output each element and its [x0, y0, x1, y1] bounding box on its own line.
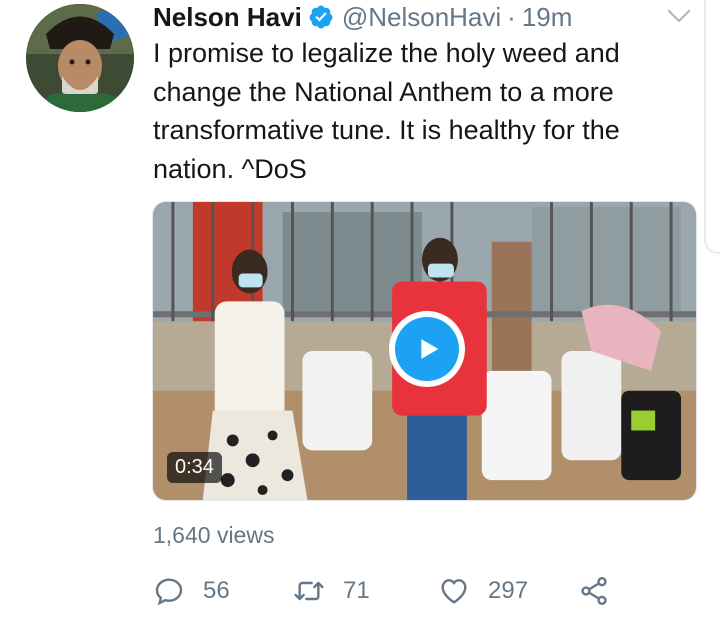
verified-badge-icon — [308, 4, 334, 30]
reply-count: 56 — [203, 577, 230, 604]
reply-icon — [155, 578, 183, 606]
play-icon — [395, 317, 459, 381]
avatar[interactable] — [26, 4, 134, 112]
tweet-actions: 56 71 297 — [153, 575, 633, 615]
like-button[interactable]: 297 — [438, 575, 528, 607]
heart-icon — [441, 579, 467, 604]
tweet-header: Nelson Havi @NelsonHavi · 19m — [153, 2, 572, 32]
scrollbar[interactable] — [704, 0, 720, 254]
like-count: 297 — [488, 577, 529, 604]
tweet-time[interactable]: 19m — [522, 2, 573, 33]
chevron-down-icon[interactable] — [666, 6, 692, 26]
avatar-image — [26, 4, 134, 112]
author-name[interactable]: Nelson Havi — [153, 2, 302, 33]
video-duration: 0:34 — [167, 452, 222, 483]
view-count: 1,640 views — [153, 522, 275, 548]
share-button[interactable] — [578, 575, 610, 607]
separator-dot: · — [507, 1, 516, 32]
play-button[interactable] — [389, 311, 465, 387]
tweet-text: I promise to legalize the holy weed and … — [153, 38, 620, 184]
retweet-button[interactable]: 71 — [293, 575, 370, 607]
retweet-count: 71 — [343, 577, 370, 604]
retweet-icon — [294, 581, 324, 601]
author-handle[interactable]: @NelsonHavi — [342, 2, 501, 33]
tweet[interactable]: Nelson Havi @NelsonHavi · 19m I promise … — [0, 0, 720, 619]
share-icon — [581, 577, 607, 605]
reply-button[interactable]: 56 — [153, 575, 230, 607]
video-player[interactable]: 0:34 — [152, 201, 697, 501]
